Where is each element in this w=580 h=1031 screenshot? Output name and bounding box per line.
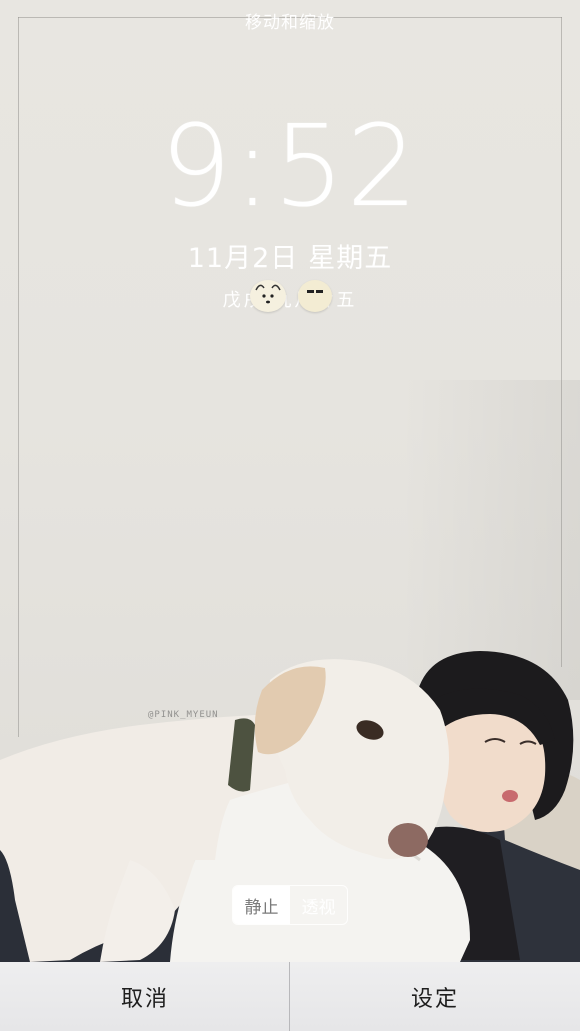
screen-title: 移动和缩放 (245, 13, 335, 33)
motion-mode-toggle[interactable]: 静止 透视 (232, 885, 348, 925)
lock-screen-time: 9:52 (160, 102, 420, 232)
wallpaper-preview-screen: 移动和缩放 9:52 11月2日 星期五 戊戌 九月廿五 @PINK_MYEUN … (0, 0, 580, 1031)
puppy-sticker-icon (250, 280, 286, 312)
date-label: 11月2日 (187, 243, 299, 274)
action-bar-divider (289, 962, 290, 1031)
face-sticker-icon (298, 280, 332, 312)
cancel-button[interactable]: 取消 (0, 962, 290, 1031)
still-option[interactable]: 静止 (233, 886, 290, 924)
photo-watermark: @PINK_MYEUN (148, 710, 219, 720)
perspective-option[interactable]: 透视 (290, 886, 347, 924)
lock-screen-date: 11月2日 星期五 (0, 236, 580, 275)
action-bar: 取消 设定 (0, 962, 580, 1031)
weekday-label: 星期五 (308, 243, 393, 274)
set-button[interactable]: 设定 (290, 962, 580, 1031)
lunar-date: 戊戌 九月廿五 (222, 290, 358, 311)
